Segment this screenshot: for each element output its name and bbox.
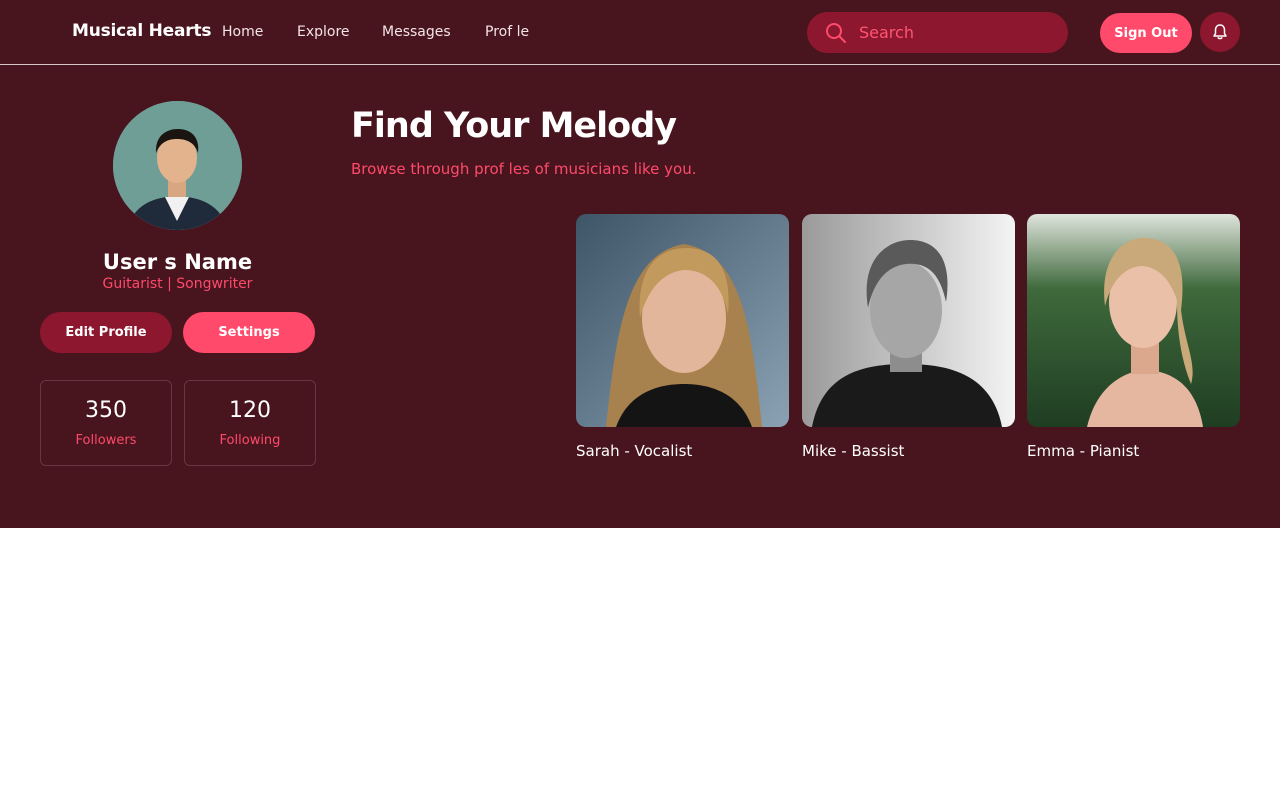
app-shell: Musical Hearts Home Explore Messages Pro… — [0, 0, 1280, 528]
portrait-image — [576, 214, 789, 427]
bell-icon — [1213, 24, 1227, 40]
settings-button[interactable]: Settings — [183, 312, 315, 353]
user-role: Guitarist | Songwriter — [102, 276, 253, 292]
nav-link-messages[interactable]: Messages — [382, 24, 451, 40]
nav-link-home[interactable]: Home — [222, 24, 263, 40]
page-title: Find Your Melody — [351, 106, 677, 146]
portrait-image — [802, 214, 1015, 427]
notifications-button[interactable] — [1200, 12, 1240, 52]
musician-card-emma[interactable]: Emma - Pianist — [1027, 214, 1240, 460]
page-subtitle: Browse through prof les of musicians lik… — [351, 160, 697, 178]
following-stat[interactable]: 120 Following — [184, 380, 316, 466]
musician-photo[interactable] — [1027, 214, 1240, 427]
user-name: User s Name — [102, 250, 253, 274]
followers-label: Followers — [75, 433, 137, 448]
nav-link-profile[interactable]: Prof le — [485, 24, 529, 40]
followers-stat[interactable]: 350 Followers — [40, 380, 172, 466]
brand-logo[interactable]: Musical Hearts — [72, 21, 212, 41]
following-label: Following — [219, 433, 281, 448]
musician-card-mike[interactable]: Mike - Bassist — [802, 214, 1015, 460]
search-icon — [826, 23, 846, 43]
musician-card-sarah[interactable]: Sarah - Vocalist — [576, 214, 789, 460]
search-box[interactable] — [807, 12, 1068, 53]
musician-caption: Mike - Bassist — [802, 442, 905, 460]
musician-photo[interactable] — [576, 214, 789, 427]
edit-profile-button[interactable]: Edit Profile — [40, 312, 172, 353]
top-navigation-bar: Musical Hearts Home Explore Messages Pro… — [0, 0, 1280, 65]
portrait-image — [1027, 214, 1240, 427]
musician-photo[interactable] — [802, 214, 1015, 427]
following-count: 120 — [229, 398, 271, 423]
followers-count: 350 — [85, 398, 127, 423]
avatar[interactable] — [113, 101, 242, 230]
nav-link-explore[interactable]: Explore — [297, 24, 350, 40]
musician-caption: Emma - Pianist — [1027, 442, 1140, 460]
avatar-photo — [113, 101, 242, 230]
search-input[interactable] — [859, 12, 1059, 53]
musician-caption: Sarah - Vocalist — [576, 442, 693, 460]
sign-out-button[interactable]: Sign Out — [1100, 13, 1192, 53]
